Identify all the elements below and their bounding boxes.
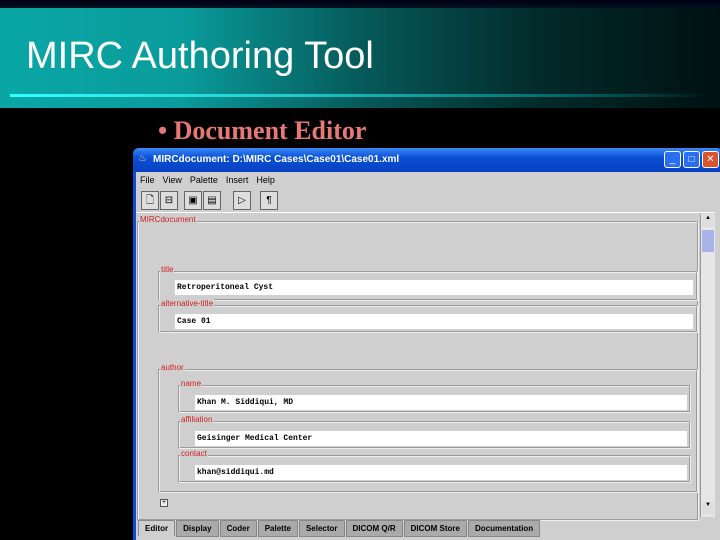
open-icon[interactable]: ⊟	[160, 191, 178, 210]
app-window: ♨ MIRCdocument: D:\MIRC Cases\Case01\Cas…	[133, 148, 720, 540]
contact-input[interactable]: khan@siddiqui.md	[195, 465, 687, 480]
editor-panel: MIRCdocument title Retroperitoneal Cyst …	[136, 212, 715, 521]
menu-file[interactable]: File	[136, 172, 159, 188]
save-icon[interactable]: ▣	[184, 191, 202, 210]
title-input[interactable]: Retroperitoneal Cyst	[175, 280, 693, 295]
tab-selector[interactable]: Selector	[298, 520, 345, 537]
slide-bullet: • Document Editor	[158, 116, 367, 145]
tab-display[interactable]: Display	[176, 520, 219, 537]
add-element-button[interactable]: +	[160, 499, 168, 507]
name-group: name Khan M. Siddiqui, MD	[178, 379, 691, 413]
minimize-button[interactable]: _	[664, 151, 681, 168]
mircdocument-label: MIRCdocument	[139, 215, 197, 224]
pilcrow-button[interactable]: ¶	[260, 191, 278, 210]
menu-view[interactable]: View	[159, 172, 186, 188]
vertical-scrollbar[interactable]: ▲ ▼	[700, 214, 715, 517]
affiliation-input[interactable]: Geisinger Medical Center	[195, 431, 687, 446]
banner-line	[10, 94, 710, 97]
scroll-up-icon[interactable]: ▲	[702, 215, 714, 227]
menu-insert[interactable]: Insert	[222, 172, 253, 188]
affiliation-label: affiliation	[180, 415, 214, 424]
affiliation-group: affiliation Geisinger Medical Center	[178, 415, 691, 449]
java-icon: ♨	[138, 153, 147, 164]
alt-title-input[interactable]: Case 01	[175, 314, 693, 329]
contact-label: contact	[180, 449, 208, 458]
scroll-down-icon[interactable]: ▼	[702, 502, 714, 514]
author-label: author	[160, 363, 185, 372]
slide-title: MIRC Authoring Tool	[26, 35, 374, 77]
window-title: MIRCdocument: D:\MIRC Cases\Case01\Case0…	[153, 154, 400, 165]
contact-group: contact khan@siddiqui.md	[178, 449, 691, 483]
bullet-text: Document Editor	[173, 116, 367, 145]
tab-dicom-qr[interactable]: DICOM Q/R	[345, 520, 403, 537]
new-file-icon[interactable]: 🗋	[141, 191, 159, 210]
tab-editor[interactable]: Editor	[138, 520, 176, 536]
menu-help[interactable]: Help	[252, 172, 279, 188]
tab-dicom-store[interactable]: DICOM Store	[403, 520, 467, 537]
alt-title-group: alternative-title Case 01	[158, 299, 698, 333]
alt-title-label: alternative-title	[160, 299, 215, 308]
close-button[interactable]: ✕	[702, 151, 719, 168]
menu-bar: File View Palette Insert Help	[136, 172, 720, 189]
tab-palette[interactable]: Palette	[257, 520, 298, 537]
maximize-button[interactable]: □	[683, 151, 700, 168]
name-input[interactable]: Khan M. Siddiqui, MD	[195, 395, 687, 410]
title-group: title Retroperitoneal Cyst	[158, 265, 698, 301]
export-icon[interactable]: ▷	[233, 191, 251, 210]
window-client: File View Palette Insert Help 🗋 ⊟ ▣ ▤ ▷ ¶ MI…	[136, 172, 720, 540]
name-label: name	[180, 379, 203, 388]
save-as-icon[interactable]: ▤	[203, 191, 221, 210]
title-bar[interactable]: ♨ MIRCdocument: D:\MIRC Cases\Case01\Cas…	[133, 148, 720, 172]
scroll-thumb[interactable]	[702, 230, 714, 252]
tab-documentation[interactable]: Documentation	[467, 520, 541, 537]
title-label: title	[160, 265, 175, 274]
author-group: author name Khan M. Siddiqui, MD affilia…	[158, 363, 698, 493]
tab-bar: Editor Display Coder Palette Selector DICOM Q…	[138, 518, 718, 537]
menu-palette[interactable]: Palette	[186, 172, 222, 188]
tab-coder[interactable]: Coder	[219, 520, 257, 537]
